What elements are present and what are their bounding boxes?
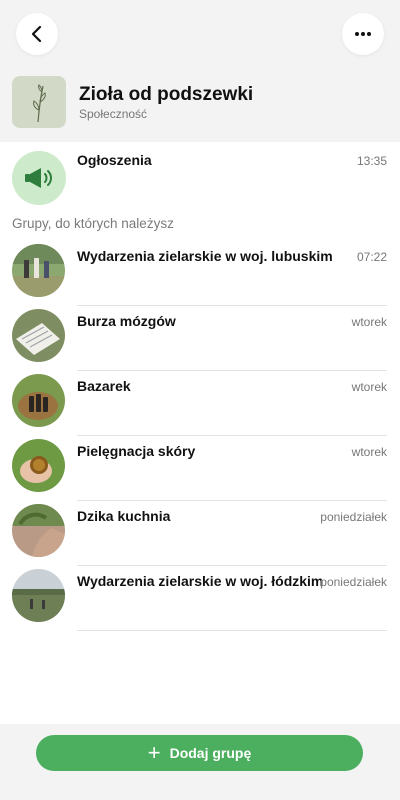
back-button[interactable] xyxy=(16,13,58,55)
group-avatar xyxy=(12,439,65,492)
group-avatar xyxy=(12,504,65,557)
group-time: poniedziałek xyxy=(320,510,387,524)
community-image[interactable] xyxy=(12,76,66,128)
group-title: Wydarzenia zielarskie w woj. lubuskim xyxy=(77,248,333,264)
herb-sprig-icon xyxy=(33,84,46,123)
bottom-bar: + Dodaj grupę xyxy=(0,724,400,800)
plus-icon: + xyxy=(147,740,161,765)
group-title: Dzika kuchnia xyxy=(77,508,171,524)
group-avatar xyxy=(12,374,65,427)
group-row[interactable]: Wydarzenia zielarskie w woj. lubuskim 07… xyxy=(0,240,400,306)
group-title: Pielęgnacja skóry xyxy=(77,443,196,459)
community-title: Zioła od podszewki xyxy=(79,84,254,105)
group-row[interactable]: Burza mózgów wtorek xyxy=(0,305,400,371)
community-header: Zioła od podszewki Społeczność xyxy=(0,0,400,142)
announcements-row[interactable]: Ogłoszenia 13:35 xyxy=(0,143,400,213)
group-row[interactable]: Dzika kuchnia poniedziałek xyxy=(0,500,400,566)
group-avatar xyxy=(12,244,65,297)
more-horizontal-icon xyxy=(355,32,371,36)
group-time: poniedziałek xyxy=(320,575,387,589)
groups-section-label: Grupy, do których należysz xyxy=(12,216,174,231)
group-time: wtorek xyxy=(351,380,387,394)
group-avatar xyxy=(12,309,65,362)
group-time: 07:22 xyxy=(356,250,387,264)
announcements-time: 13:35 xyxy=(356,154,387,168)
add-group-label: Dodaj grupę xyxy=(169,745,252,761)
community-subtitle: Społeczność xyxy=(79,107,148,121)
announcements-title: Ogłoszenia xyxy=(77,152,152,168)
row-divider xyxy=(77,630,387,631)
group-time: wtorek xyxy=(351,315,387,329)
megaphone-icon xyxy=(25,168,52,188)
group-avatar xyxy=(12,569,65,622)
more-options-button[interactable] xyxy=(342,13,384,55)
group-title: Wydarzenia zielarskie w woj. łódzkim xyxy=(77,573,324,589)
group-title: Bazarek xyxy=(77,378,131,394)
group-row[interactable]: Pielęgnacja skóry wtorek xyxy=(0,435,400,501)
group-time: wtorek xyxy=(351,445,387,459)
group-row[interactable]: Bazarek wtorek xyxy=(0,370,400,436)
announcements-avatar xyxy=(12,151,66,205)
group-title: Burza mózgów xyxy=(77,313,176,329)
chevron-left-icon xyxy=(31,25,42,43)
group-row[interactable]: Wydarzenia zielarskie w woj. łódzkim pon… xyxy=(0,565,400,631)
add-group-button[interactable]: + Dodaj grupę xyxy=(36,735,363,771)
